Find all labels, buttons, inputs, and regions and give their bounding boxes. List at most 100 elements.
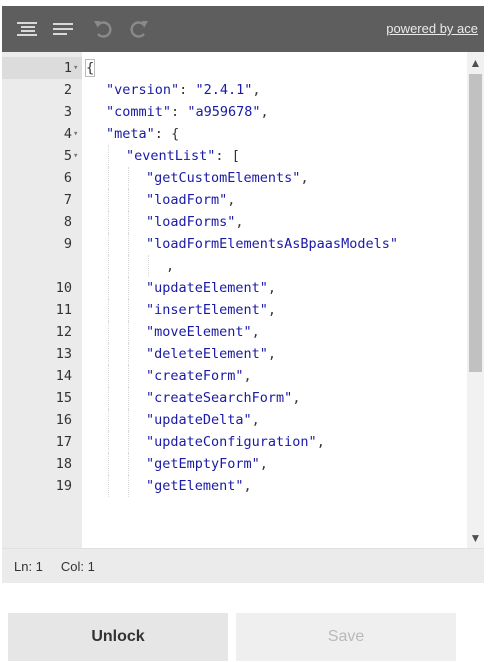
cursor-column: Col: 1 (60, 558, 95, 574)
code-line[interactable]: 18 "getEmptyForm", (2, 453, 467, 475)
indent-guide (128, 453, 129, 475)
code-text: "loadFormElementsAsBpaasModels" (146, 236, 398, 252)
indent-guide (108, 453, 109, 475)
code-line[interactable]: 14 "createForm", (2, 365, 467, 387)
code-line[interactable]: 3 "commit": "a959678", (2, 101, 467, 123)
code-line[interactable]: 5 ▾ "eventList": [ (2, 145, 467, 167)
redo-icon[interactable] (124, 6, 154, 52)
line-number: 14 (55, 368, 72, 384)
code-line[interactable]: 13 "deleteElement", (2, 343, 467, 365)
unlock-button[interactable]: Unlock (8, 613, 228, 661)
code-line[interactable]: 10 "updateElement", (2, 277, 467, 299)
line-number: 4 (63, 126, 72, 142)
code-text: { (84, 59, 96, 77)
code-text: "getEmptyForm", (146, 456, 268, 472)
indent-guide (108, 343, 109, 365)
code-line[interactable]: 8 "loadForms", (2, 211, 467, 233)
code-line[interactable]: 19 "getElement", (2, 475, 467, 497)
code-text: "loadForm", (146, 192, 236, 208)
indent-guide (128, 387, 129, 409)
code-text: "deleteElement", (146, 346, 277, 362)
indent-guide (128, 409, 129, 431)
code-text: "updateDelta", (146, 412, 260, 428)
line-number: 18 (55, 456, 72, 472)
indent-guide (128, 431, 129, 453)
code-text: "eventList": [ (126, 148, 240, 164)
code-editor[interactable]: 1 ▾{ 2 "version": "2.4.1", 3 "commit": "a9596… (2, 52, 484, 549)
code-text: "meta": { (106, 126, 180, 142)
indent-guide (148, 255, 149, 277)
indent-guide (108, 387, 109, 409)
code-text: "createSearchForm", (146, 390, 301, 406)
status-bar: Ln: 1 Col: 1 (2, 549, 484, 583)
code-text: "getCustomElements", (146, 170, 309, 186)
code-line[interactable]: 16 "updateDelta", (2, 409, 467, 431)
code-line[interactable]: 9 "loadFormElementsAsBpaasModels" (2, 233, 467, 255)
code-text: "createForm", (146, 368, 252, 384)
indent-guide (128, 299, 129, 321)
undo-icon[interactable] (88, 6, 118, 52)
line-number: 17 (55, 434, 72, 450)
code-line[interactable]: 1 ▾{ (2, 57, 467, 79)
line-number: 5 (63, 148, 72, 164)
indent-guide (108, 255, 109, 277)
scrollbar-thumb[interactable] (469, 74, 482, 372)
code-text: "moveElement", (146, 324, 260, 340)
code-text: "loadForms", (146, 214, 244, 230)
line-number: 11 (55, 302, 72, 318)
fold-toggle-icon[interactable]: ▾ (73, 145, 82, 167)
indent-guide (128, 233, 129, 255)
indent-guide (108, 409, 109, 431)
code-line[interactable]: 7 "loadForm", (2, 189, 467, 211)
code-line[interactable]: 4 ▾ "meta": { (2, 123, 467, 145)
indent-guide (128, 167, 129, 189)
indent-guide (128, 365, 129, 387)
line-number: 12 (55, 324, 72, 340)
code-text: "version": "2.4.1", (106, 82, 261, 98)
format-icon[interactable] (14, 6, 40, 52)
indent-guide (108, 211, 109, 233)
powered-by-ace-link[interactable]: powered by ace (386, 21, 478, 36)
code-line[interactable]: 2 "version": "2.4.1", (2, 79, 467, 101)
line-number: 13 (55, 346, 72, 362)
code-line[interactable]: 11 "insertElement", (2, 299, 467, 321)
line-number: 9 (63, 236, 72, 252)
indent-guide (108, 167, 109, 189)
code-line[interactable]: 6 "getCustomElements", (2, 167, 467, 189)
indent-guide (108, 145, 109, 167)
code-line[interactable]: , (2, 255, 467, 277)
line-number: 3 (63, 104, 72, 120)
scroll-down-icon[interactable]: ▼ (467, 529, 484, 547)
fold-toggle-icon[interactable]: ▾ (73, 57, 82, 79)
code-line[interactable]: 15 "createSearchForm", (2, 387, 467, 409)
line-number: 2 (63, 82, 72, 98)
vertical-scrollbar[interactable]: ▲ ▼ (467, 52, 484, 548)
code-lines[interactable]: 1 ▾{ 2 "version": "2.4.1", 3 "commit": "a9596… (2, 57, 467, 497)
indent-guide (128, 343, 129, 365)
line-number: 16 (55, 412, 72, 428)
indent-guide (108, 233, 109, 255)
indent-guide (108, 431, 109, 453)
code-line[interactable]: 12 "moveElement", (2, 321, 467, 343)
indent-guide (128, 475, 129, 497)
indent-guide (128, 211, 129, 233)
code-text: , (166, 258, 175, 274)
line-number: 15 (55, 390, 72, 406)
compact-icon[interactable] (50, 6, 76, 52)
line-number: 19 (55, 478, 72, 494)
indent-guide (128, 189, 129, 211)
save-button[interactable]: Save (236, 613, 456, 661)
indent-guide (108, 365, 109, 387)
indent-guide (108, 189, 109, 211)
fold-toggle-icon[interactable]: ▾ (73, 123, 82, 145)
editor-toolbar: powered by ace (2, 6, 484, 52)
indent-guide (108, 475, 109, 497)
line-number: 10 (55, 280, 72, 296)
code-text: "commit": "a959678", (106, 104, 269, 120)
line-number: 7 (63, 192, 72, 208)
scroll-up-icon[interactable]: ▲ (467, 54, 484, 72)
indent-guide (128, 277, 129, 299)
code-text: "updateElement", (146, 280, 277, 296)
indent-guide (108, 299, 109, 321)
code-line[interactable]: 17 "updateConfiguration", (2, 431, 467, 453)
